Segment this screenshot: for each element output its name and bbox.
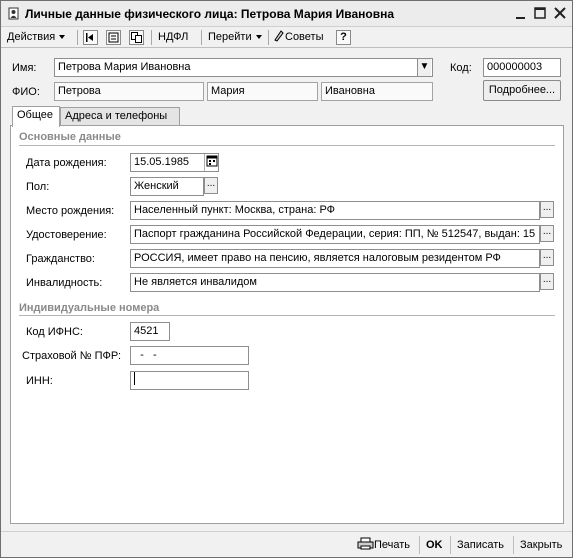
disability-select-button[interactable]: ... xyxy=(540,273,554,290)
tips-button[interactable]: Советы xyxy=(273,29,323,46)
toolbar-separator xyxy=(268,30,269,45)
divider xyxy=(19,145,555,146)
separator xyxy=(419,536,420,554)
copy-icon[interactable] xyxy=(129,30,144,45)
divider xyxy=(19,315,555,316)
printer-icon xyxy=(357,537,374,550)
person-card-icon xyxy=(7,7,20,20)
print-label: Печать xyxy=(374,539,411,551)
refresh-icon[interactable] xyxy=(106,30,121,45)
close-icon[interactable] xyxy=(552,6,568,21)
tab-addresses-phones[interactable]: Адреса и телефоны xyxy=(60,107,180,126)
gender-field[interactable]: Женский xyxy=(130,177,204,196)
citizenship-field[interactable]: РОССИЯ, имеет право на пенсию, является … xyxy=(130,249,540,268)
separator xyxy=(450,536,451,554)
actions-menu-label: Действия xyxy=(7,31,56,43)
disability-label: Инвалидность: xyxy=(26,277,103,289)
tab-panel-general xyxy=(10,125,564,524)
fio-label: ФИО: xyxy=(12,86,40,98)
numbers-section-title: Индивидуальные номера xyxy=(19,302,160,314)
pfr-number-label: Страховой № ПФР: xyxy=(22,350,122,362)
window-title: Личные данные физического лица: Петрова … xyxy=(25,7,395,21)
citizenship-label: Гражданство: xyxy=(26,253,95,265)
goto-menu[interactable]: Перейти xyxy=(208,29,262,46)
goto-menu-label: Перейти xyxy=(208,31,252,43)
toolbar-separator xyxy=(201,30,202,45)
chevron-down-icon xyxy=(255,35,262,40)
chevron-down-icon xyxy=(59,35,66,40)
inn-field[interactable] xyxy=(130,371,249,390)
personal-data-window: Личные данные физического лица: Петрова … xyxy=(0,0,573,558)
goto-list-icon[interactable] xyxy=(83,30,98,45)
separator xyxy=(513,536,514,554)
id-document-select-button[interactable]: ... xyxy=(540,225,554,242)
save-button[interactable]: Записать xyxy=(457,537,504,553)
surname-field[interactable]: Петрова xyxy=(54,82,204,101)
toolbar: Действия НДФЛ Перейти Советы ? xyxy=(1,27,572,48)
tab-general[interactable]: Общее xyxy=(12,106,60,127)
ok-button[interactable]: OK xyxy=(426,537,443,553)
maximize-icon[interactable] xyxy=(532,6,548,21)
inn-label: ИНН: xyxy=(26,375,53,387)
disability-field[interactable]: Не является инвалидом xyxy=(130,273,540,292)
citizenship-select-button[interactable]: ... xyxy=(540,249,554,266)
birthplace-select-button[interactable]: ... xyxy=(540,201,554,218)
patronymic-field[interactable]: Ивановна xyxy=(321,82,433,101)
toolbar-separator xyxy=(77,30,78,45)
id-document-field[interactable]: Паспорт гражданина Российской Федерации,… xyxy=(130,225,540,244)
details-button[interactable]: Подробнее... xyxy=(483,80,561,101)
id-document-label: Удостоверение: xyxy=(26,229,107,241)
gender-label: Пол: xyxy=(26,181,50,193)
bottom-command-bar: Печать OK Записать Закрыть xyxy=(1,531,572,557)
print-button[interactable]: Печать xyxy=(357,537,410,553)
code-label: Код: xyxy=(450,62,472,74)
firstname-field[interactable]: Мария xyxy=(207,82,318,101)
toolbar-separator xyxy=(151,30,152,45)
basic-section-title: Основные данные xyxy=(19,131,121,143)
ndfl-button[interactable]: НДФЛ xyxy=(158,29,188,46)
birthplace-label: Место рождения: xyxy=(26,205,115,217)
title-bar: Личные данные физического лица: Петрова … xyxy=(1,1,572,27)
birthdate-label: Дата рождения: xyxy=(26,157,107,169)
ifns-code-field[interactable]: 4521 xyxy=(130,322,170,341)
tips-icon xyxy=(274,30,284,42)
text-cursor xyxy=(134,372,135,385)
birthplace-field[interactable]: Населенный пункт: Москва, страна: РФ xyxy=(130,201,540,220)
tips-label: Советы xyxy=(285,31,324,43)
name-field[interactable]: Петрова Мария Ивановна xyxy=(54,58,433,77)
name-label: Имя: xyxy=(12,62,37,74)
code-field[interactable]: 000000003 xyxy=(483,58,561,77)
ifns-code-label: Код ИФНС: xyxy=(26,326,83,338)
close-button[interactable]: Закрыть xyxy=(520,537,562,553)
actions-menu[interactable]: Действия xyxy=(7,29,66,46)
minimize-icon[interactable] xyxy=(513,6,529,21)
help-button[interactable]: ? xyxy=(336,30,351,45)
pfr-number-field[interactable]: - - xyxy=(130,346,249,365)
name-dropdown-button[interactable]: ▼ xyxy=(417,59,431,76)
gender-select-button[interactable]: ... xyxy=(204,177,218,194)
calendar-icon[interactable] xyxy=(204,154,218,171)
